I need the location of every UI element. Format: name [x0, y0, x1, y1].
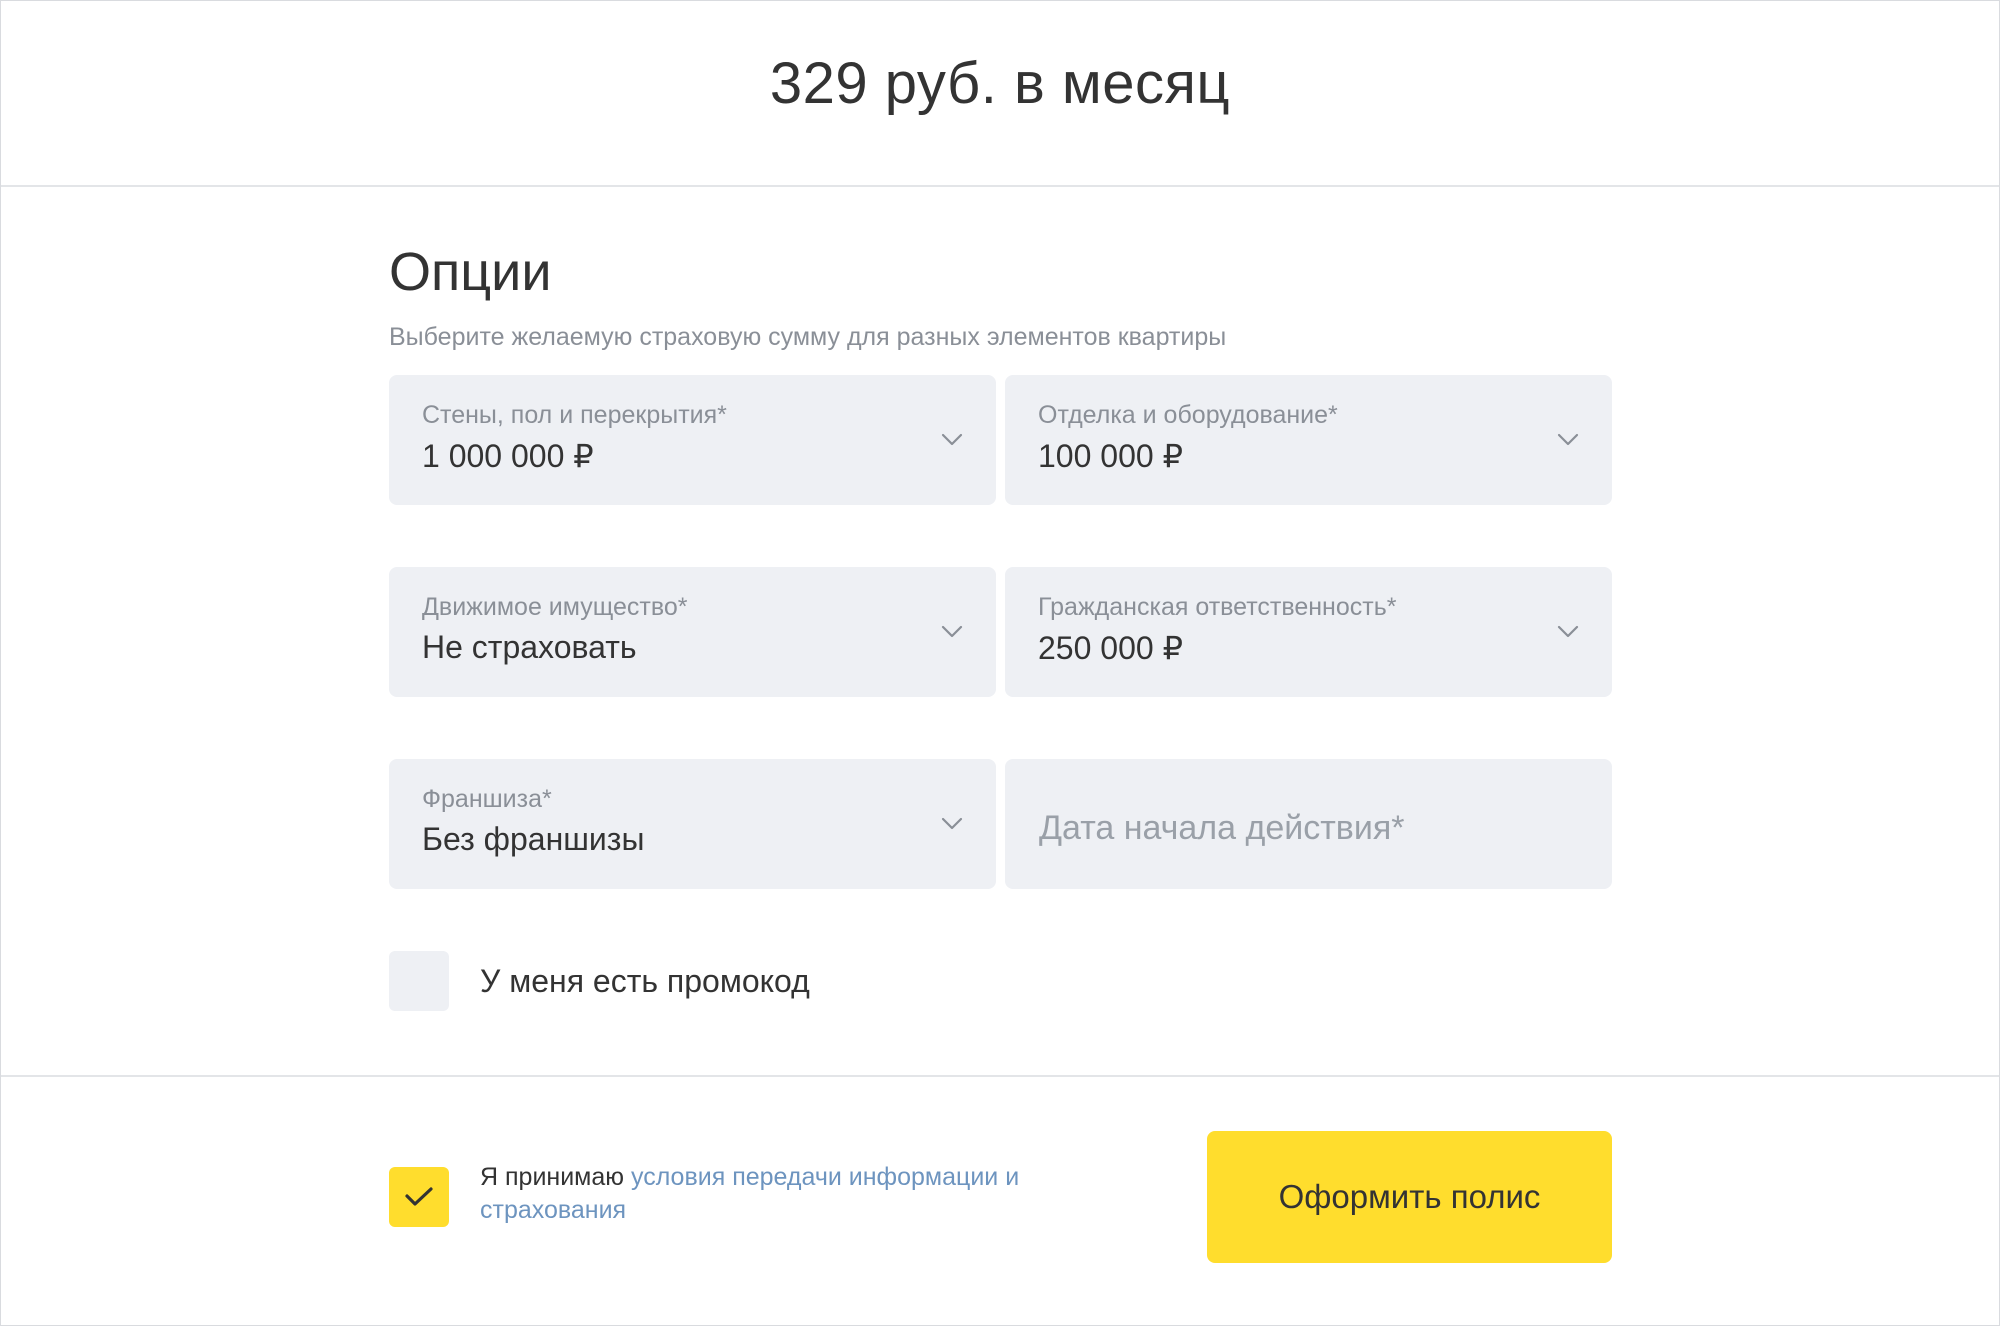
agreement-text: Я принимаю условия передачи информации и… — [480, 1161, 1080, 1227]
monthly-price: 329 руб. в месяц — [769, 50, 1231, 116]
walls-floor-select[interactable]: Стены, пол и перекрытия* 1 000 000 ₽ — [389, 375, 996, 505]
field-label: Франшиза* — [422, 785, 552, 813]
field-label: Отделка и оборудование* — [1038, 401, 1338, 429]
field-label: Гражданская ответственность* — [1038, 593, 1397, 621]
field-label: Стены, пол и перекрытия* — [422, 401, 727, 429]
start-date-placeholder: Дата начала действия* — [1039, 809, 1405, 847]
civil-liability-select[interactable]: Гражданская ответственность* 250 000 ₽ — [1005, 567, 1612, 697]
field-value: Без франшизы — [422, 821, 645, 857]
chevron-down-icon — [1557, 433, 1579, 446]
field-value: 1 000 000 ₽ — [422, 438, 594, 474]
chevron-down-icon — [941, 817, 963, 830]
field-label: Движимое имущество* — [422, 593, 688, 621]
options-title: Опции — [389, 242, 552, 302]
deductible-select[interactable]: Франшиза* Без франшизы — [389, 759, 996, 889]
promo-code-toggle[interactable]: У меня есть промокод — [389, 951, 810, 1011]
chevron-down-icon — [941, 625, 963, 638]
submit-policy-button[interactable]: Оформить полис — [1207, 1131, 1612, 1263]
start-date-input[interactable]: Дата начала действия* — [1005, 759, 1612, 889]
insurance-form-panel: 329 руб. в месяц Опции Выберите желаемую… — [0, 0, 2000, 1326]
promo-checkbox[interactable] — [389, 951, 449, 1011]
price-header: 329 руб. в месяц — [1, 1, 1999, 187]
agree-prefix: Я принимаю — [480, 1163, 631, 1191]
field-value: 100 000 ₽ — [1038, 438, 1183, 474]
promo-label: У меня есть промокод — [480, 962, 810, 999]
field-value: Не страховать — [422, 629, 637, 665]
agree-checkbox[interactable] — [389, 1167, 449, 1227]
options-subtitle: Выберите желаемую страховую сумму для ра… — [389, 323, 1227, 351]
chevron-down-icon — [1557, 625, 1579, 638]
field-value: 250 000 ₽ — [1038, 630, 1183, 666]
finishing-equipment-select[interactable]: Отделка и оборудование* 100 000 ₽ — [1005, 375, 1612, 505]
movable-property-select[interactable]: Движимое имущество* Не страховать — [389, 567, 996, 697]
checkmark-icon — [405, 1187, 433, 1206]
chevron-down-icon — [941, 433, 963, 446]
footer-divider — [1, 1075, 1999, 1077]
